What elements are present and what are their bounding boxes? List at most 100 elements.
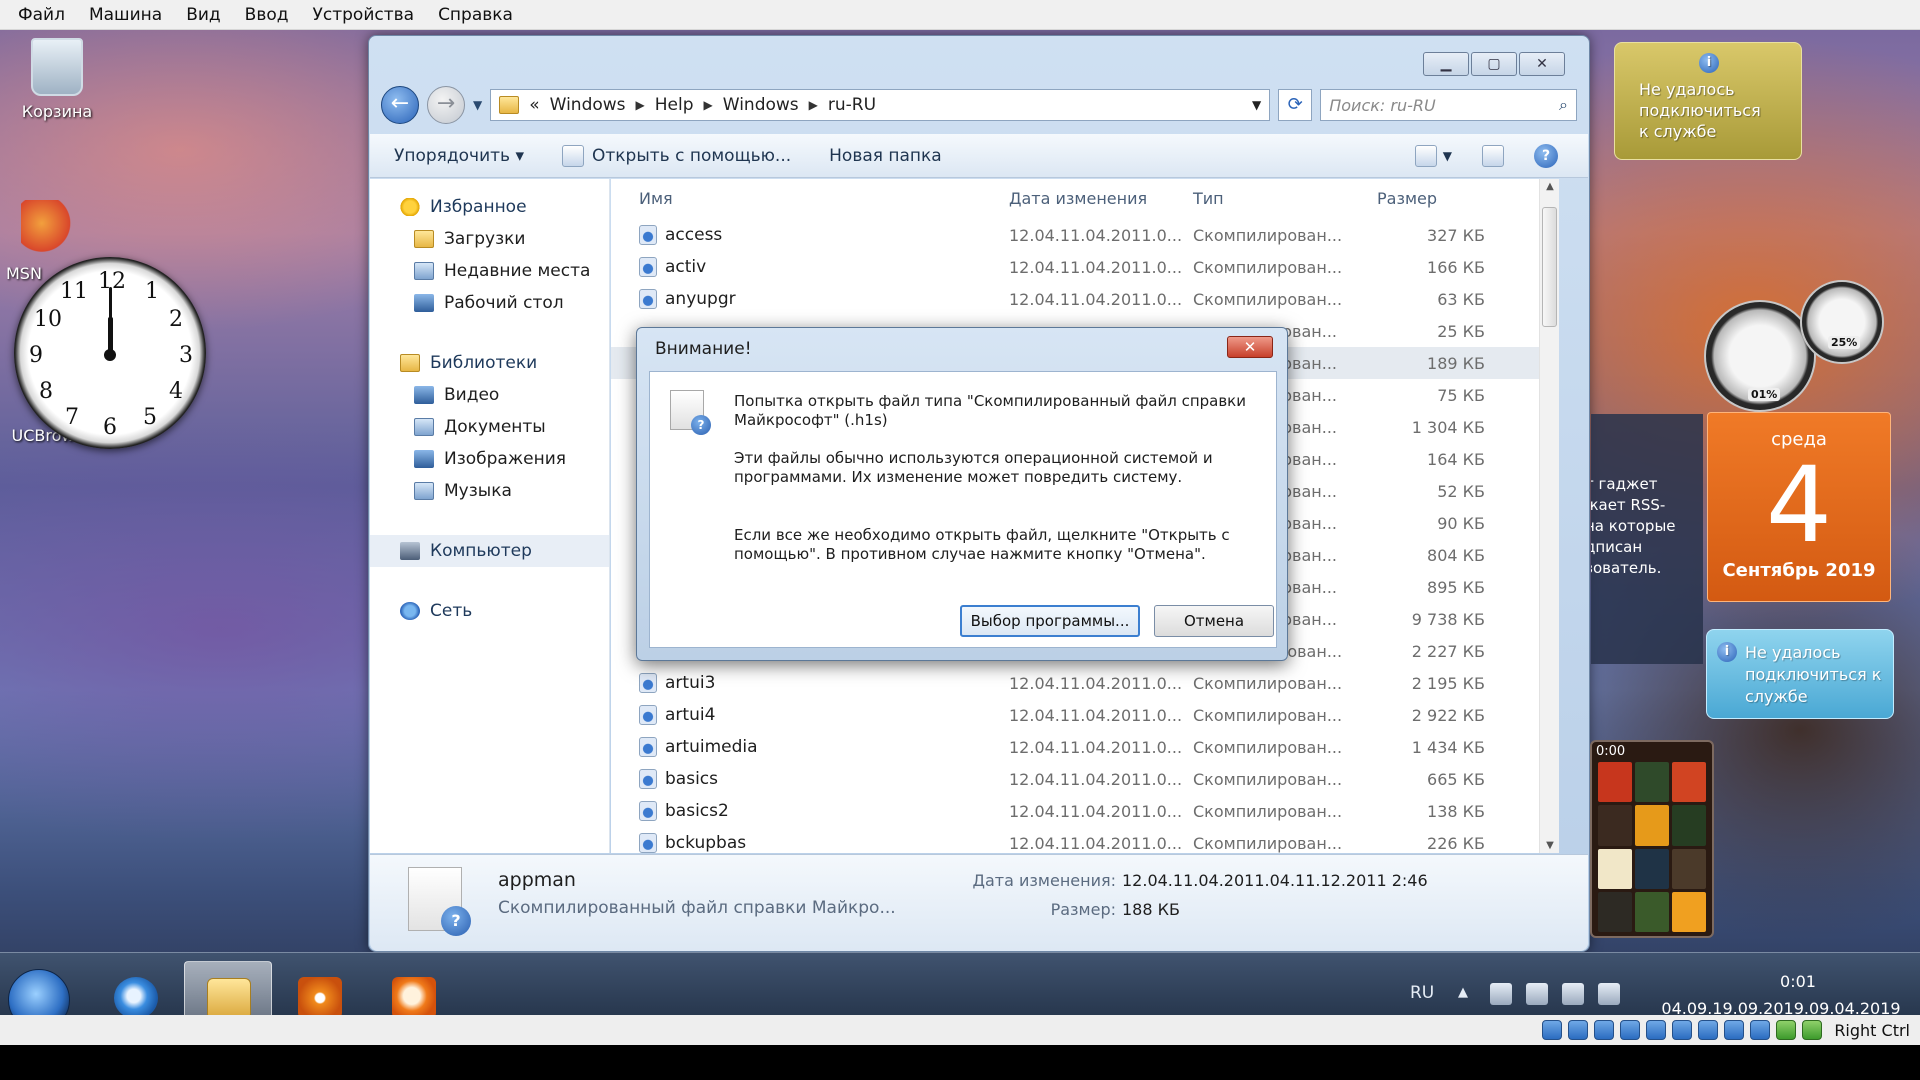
file-row[interactable]: basics 12.04.11.04.2011.0... Скомпилирован…: [611, 763, 1559, 795]
clock-gadget[interactable]: 12 1 2 3 4 5 6 7 8 9 10 11: [14, 257, 206, 449]
tray-volume-icon[interactable]: [1598, 983, 1620, 1005]
puzzle-grid[interactable]: [1598, 762, 1706, 932]
vbox-audio-icon[interactable]: [1594, 1020, 1615, 1040]
menu-input[interactable]: Ввод: [233, 5, 301, 25]
menu-devices[interactable]: Устройства: [301, 5, 427, 25]
vbox-mouse-integration-icon[interactable]: [1776, 1020, 1797, 1040]
cpu-meter-gadget[interactable]: 01% 25%: [1704, 280, 1888, 430]
picture-puzzle-gadget[interactable]: 0:00: [1590, 740, 1714, 938]
scroll-up-icon[interactable]: ▲: [1540, 181, 1559, 192]
vbox-hdd-icon[interactable]: [1542, 1020, 1563, 1040]
puzzle-tile[interactable]: [1598, 805, 1632, 846]
tray-clipboard-icon[interactable]: [1526, 983, 1548, 1005]
file-row[interactable]: bckupbas 12.04.11.04.2011.0... Скомпилиров…: [611, 827, 1559, 853]
address-dropdown-icon[interactable]: ▼: [1252, 98, 1261, 112]
column-header-size[interactable]: Размер: [1377, 189, 1487, 208]
help-icon[interactable]: ?: [1534, 143, 1558, 168]
breadcrumb-separator-icon[interactable]: ▶: [704, 98, 713, 112]
vbox-display-icon[interactable]: [1698, 1020, 1719, 1040]
nav-item-pictures[interactable]: Изображения: [370, 443, 609, 475]
search-input[interactable]: Поиск: ru-RU ⌕: [1320, 89, 1577, 121]
puzzle-tile[interactable]: [1635, 891, 1669, 932]
file-row[interactable]: artui4 12.04.11.04.2011.0... Скомпилирован…: [611, 699, 1559, 731]
breadcrumb-separator-icon[interactable]: ▶: [809, 98, 818, 112]
forward-button[interactable]: →: [427, 86, 465, 124]
weather-gadget[interactable]: i Не удалось подключиться к службе: [1614, 42, 1802, 160]
puzzle-tile[interactable]: [1672, 848, 1706, 889]
nav-computer[interactable]: Компьютер: [370, 535, 609, 567]
new-folder-button[interactable]: Новая папка: [829, 146, 942, 166]
scroll-down-icon[interactable]: ▼: [1540, 840, 1559, 851]
vbox-optical-icon[interactable]: [1568, 1020, 1589, 1040]
menu-machine[interactable]: Машина: [77, 5, 174, 25]
tray-network-icon[interactable]: [1562, 983, 1584, 1005]
address-bar[interactable]: « Windows ▶ Help ▶ Windows ▶ ru-RU ▼: [490, 89, 1271, 121]
tray-action-center-icon[interactable]: [1490, 983, 1512, 1005]
file-row[interactable]: artui3 12.04.11.04.2011.0... Скомпилирован…: [611, 667, 1559, 699]
maximize-button[interactable]: ▢: [1471, 52, 1517, 76]
back-button[interactable]: ←: [381, 86, 419, 124]
puzzle-tile[interactable]: [1635, 848, 1669, 889]
breadcrumb-help[interactable]: Help: [655, 95, 694, 115]
breadcrumb-chevron[interactable]: «: [529, 95, 539, 115]
dialog-close-button[interactable]: ✕: [1227, 336, 1273, 358]
nav-item-desktop[interactable]: Рабочий стол: [370, 287, 609, 319]
nav-item-documents[interactable]: Документы: [370, 411, 609, 443]
column-header-date[interactable]: Дата изменения: [1009, 189, 1193, 208]
vbox-keyboard-icon[interactable]: [1802, 1020, 1823, 1040]
nav-item-recent-places[interactable]: Недавние места: [370, 255, 609, 287]
breadcrumb-windows-2[interactable]: Windows: [723, 95, 799, 115]
file-row[interactable]: anyupgr 12.04.11.04.2011.0... Скомпилирова…: [611, 283, 1559, 315]
search-icon[interactable]: ⌕: [1559, 95, 1568, 115]
nav-item-music[interactable]: Музыка: [370, 475, 609, 507]
file-row[interactable]: access 12.04.11.04.2011.0... Скомпилирован…: [611, 219, 1559, 251]
cancel-button[interactable]: Отмена: [1154, 605, 1274, 637]
breadcrumb-windows[interactable]: Windows: [550, 95, 626, 115]
column-header-type[interactable]: Тип: [1193, 189, 1377, 208]
breadcrumb-separator-icon[interactable]: ▶: [636, 98, 645, 112]
nav-favorites[interactable]: Избранное: [370, 191, 609, 223]
puzzle-tile[interactable]: [1672, 762, 1706, 803]
calendar-gadget[interactable]: среда 4 Сентябрь 2019: [1707, 412, 1891, 602]
menu-file[interactable]: Файл: [6, 5, 77, 25]
refresh-button[interactable]: ⟳: [1278, 89, 1313, 121]
tray-language[interactable]: RU: [1410, 983, 1434, 1003]
close-window-button[interactable]: ✕: [1519, 52, 1565, 76]
column-header-name[interactable]: Имя: [611, 189, 1009, 208]
recycle-bin-shortcut[interactable]: Корзина: [12, 38, 102, 121]
breadcrumb-ru-ru[interactable]: ru-RU: [828, 95, 876, 115]
open-with-button[interactable]: Открыть с помощью...: [562, 144, 791, 167]
recent-pages-dropdown-icon[interactable]: ▼: [473, 98, 482, 112]
puzzle-tile[interactable]: [1598, 891, 1632, 932]
tray-time[interactable]: 0:01: [1748, 972, 1848, 991]
nav-network[interactable]: Сеть: [370, 595, 609, 627]
vbox-network-icon[interactable]: [1620, 1020, 1641, 1040]
file-row[interactable]: basics2 12.04.11.04.2011.0... Скомпилирова…: [611, 795, 1559, 827]
preview-pane-button[interactable]: [1482, 144, 1504, 167]
menu-help[interactable]: Справка: [426, 5, 525, 25]
nav-libraries[interactable]: Библиотеки: [370, 347, 609, 379]
view-options-button[interactable]: ▼: [1414, 144, 1452, 167]
status-gadget[interactable]: i Не удалось подключиться к службе: [1706, 629, 1894, 719]
puzzle-tile[interactable]: [1672, 805, 1706, 846]
nav-item-video[interactable]: Видео: [370, 379, 609, 411]
menu-view[interactable]: Вид: [174, 5, 232, 25]
puzzle-tile[interactable]: [1635, 762, 1669, 803]
file-row[interactable]: artuimedia 12.04.11.04.2011.0... Скомпилир…: [611, 731, 1559, 763]
file-row[interactable]: activ 12.04.11.04.2011.0... Скомпилирован.…: [611, 251, 1559, 283]
vbox-usb-icon[interactable]: [1646, 1020, 1667, 1040]
scrollbar-thumb[interactable]: [1542, 207, 1557, 327]
rss-gadget[interactable]: т гаджет жает RSS- на которые дписан зов…: [1591, 414, 1703, 664]
vertical-scrollbar[interactable]: ▲ ▼: [1539, 179, 1559, 853]
vbox-shared-folders-icon[interactable]: [1672, 1020, 1693, 1040]
puzzle-tile[interactable]: [1598, 848, 1632, 889]
puzzle-tile[interactable]: [1672, 891, 1706, 932]
nav-item-downloads[interactable]: Загрузки: [370, 223, 609, 255]
tray-show-hidden-icon[interactable]: ▲: [1458, 985, 1468, 1000]
vbox-recording-icon[interactable]: [1724, 1020, 1745, 1040]
choose-program-button[interactable]: Выбор программы...: [960, 605, 1140, 637]
minimize-button[interactable]: ▁: [1423, 52, 1469, 76]
organize-button[interactable]: Упорядочить ▾: [394, 146, 524, 166]
puzzle-tile[interactable]: [1635, 805, 1669, 846]
puzzle-tile[interactable]: [1598, 762, 1632, 803]
